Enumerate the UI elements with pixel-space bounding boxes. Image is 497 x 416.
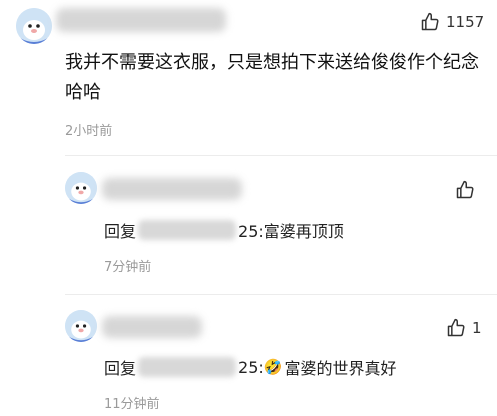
reply-rest: 富婆的世界真好 [284,359,397,378]
reply-suffix: 25: [238,357,264,377]
reply-avatar[interactable] [65,310,97,342]
laughing-emoji-icon: 🤣 [263,358,283,376]
reply-prefix: 回复 [104,222,137,241]
reply-text: 回复 25:富婆再顶顶 [104,218,344,242]
thumbs-up-icon [456,180,474,199]
reply-author-blurred[interactable] [102,316,202,338]
reply-target-blurred [138,357,237,377]
reply-suffix: 25:富婆再顶顶 [238,222,344,241]
like-count: 1157 [446,13,485,31]
comment-text: 我并不需要这衣服，只是想拍下来送给俊俊作个纪念哈哈 [65,52,479,103]
like-button[interactable]: 1157 [420,12,484,32]
reply-author-blurred[interactable] [102,178,242,200]
avatar-seal-icon [16,8,52,44]
avatar-seal-icon [65,310,97,342]
reply-like-button[interactable]: 1 [446,318,482,338]
thumbs-up-icon [447,318,465,337]
reply-avatar[interactable] [65,172,97,204]
reply-text: 回复 25: 🤣 富婆的世界真好 [104,355,396,379]
avatar-seal-icon [65,172,97,204]
thumbs-up-icon [421,12,439,31]
reply-like-button[interactable] [455,180,481,200]
divider [65,155,497,156]
avatar[interactable] [16,8,52,44]
author-name-blurred[interactable] [56,8,226,32]
reply-target-blurred [138,220,237,240]
comment-time: 2小时前 [65,124,113,139]
divider [65,294,497,295]
reply-prefix: 回复 [104,359,137,378]
reply-time: 11分钟前 [104,397,160,412]
reply-time: 7分钟前 [104,260,152,275]
reply-like-count: 1 [472,319,482,337]
